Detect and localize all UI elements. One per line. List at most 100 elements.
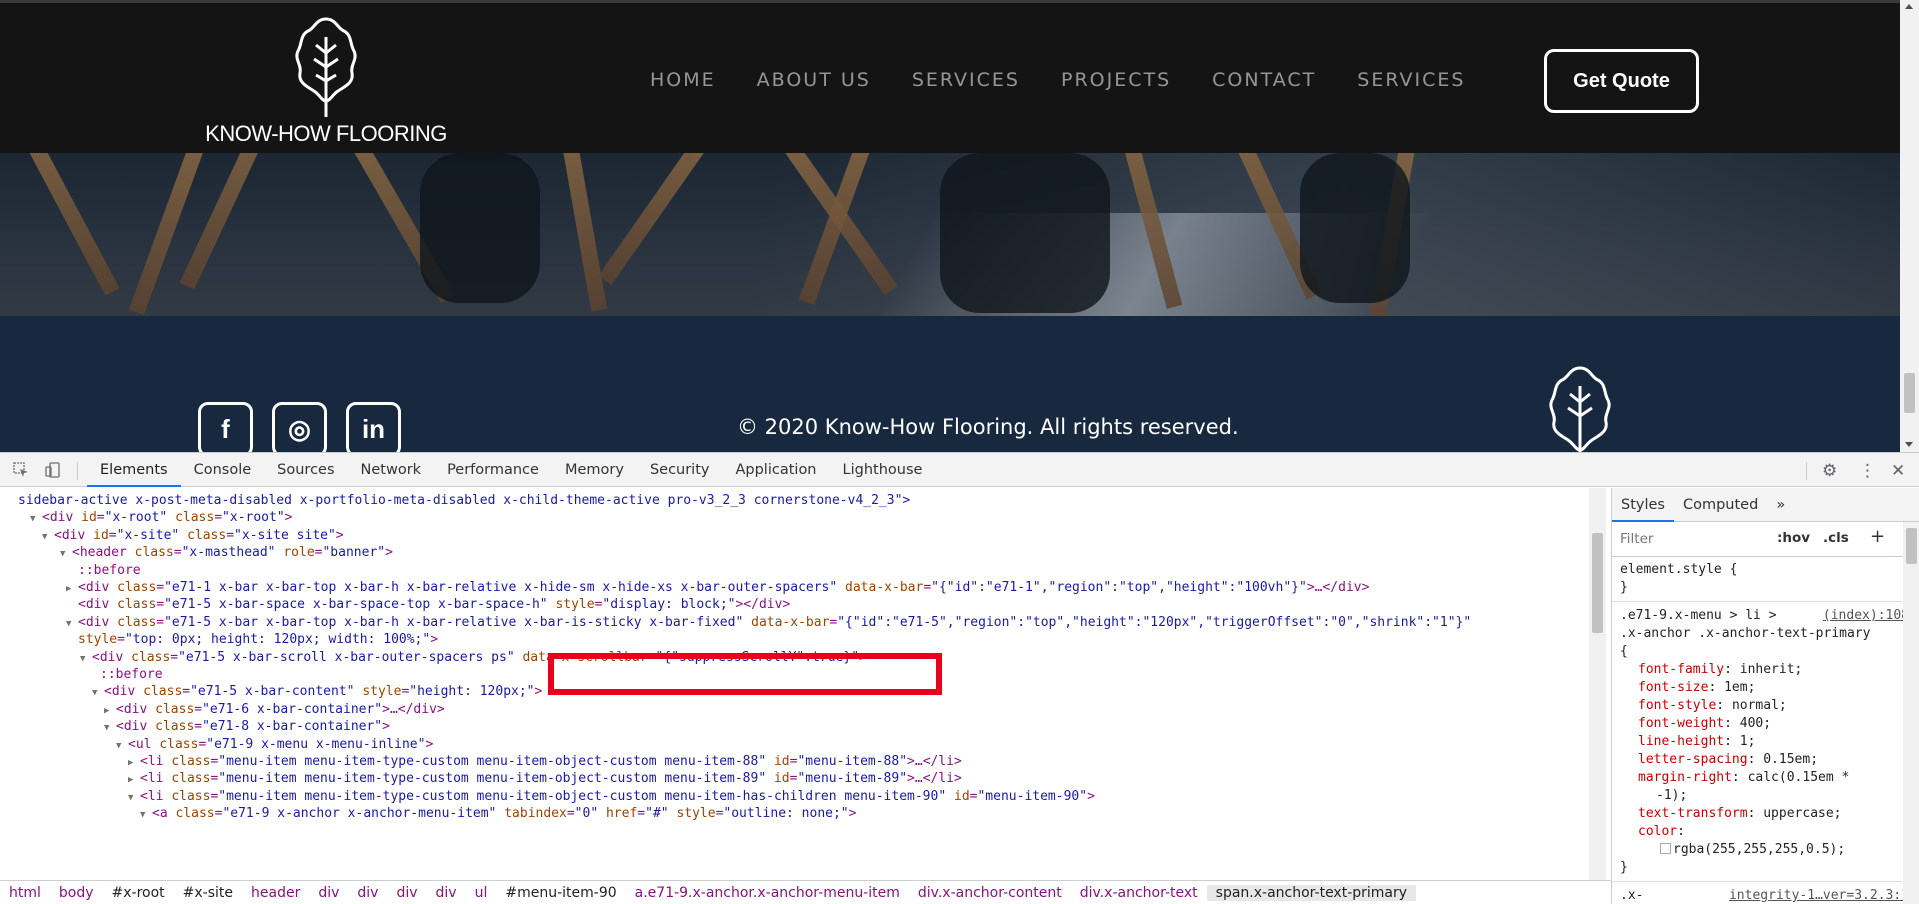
attr-name: class (143, 684, 183, 700)
expand-triangle-icon[interactable]: ▼ (140, 805, 152, 826)
expand-triangle-icon[interactable]: ▼ (66, 614, 78, 635)
expand-triangle-icon[interactable]: ▼ (30, 509, 42, 530)
more-options-icon[interactable]: ⋮ (1859, 461, 1876, 481)
style-property[interactable]: rgba(255,255,255,0.5); (1620, 841, 1919, 859)
new-style-rule-icon[interactable]: + (1870, 526, 1885, 547)
dom-node-row[interactable]: ▼ <a class = "e71-9 x-anchor x-anchor-menu-… (140, 803, 856, 824)
tab-security[interactable]: Security (637, 453, 723, 487)
attr-value: "{"id":"e71-5","region":"top","height":"… (837, 614, 1472, 630)
style-property[interactable]: font-family: inherit; (1620, 661, 1919, 679)
page-scrollbar[interactable] (1900, 0, 1919, 452)
property-value: uppercase; (1763, 806, 1842, 821)
linkedin-button[interactable]: in (346, 402, 401, 452)
styles-filter-input[interactable] (1616, 527, 1766, 551)
page-scrollbar-thumb[interactable] (1904, 373, 1915, 413)
tag-name: <div (78, 597, 110, 613)
nav-home[interactable]: HOME (650, 69, 716, 91)
styles-scrollbar-thumb[interactable] (1906, 528, 1917, 564)
facebook-button[interactable]: f (198, 402, 253, 452)
styles-pane-tabs: Styles Computed » (1612, 488, 1919, 522)
breadcrumb-item[interactable]: ul (466, 885, 497, 901)
code-token: > (284, 510, 293, 526)
style-property[interactable]: -1); (1620, 787, 1919, 805)
breadcrumb-item[interactable]: div.x-anchor-content (909, 885, 1071, 901)
tab-console[interactable]: Console (181, 453, 265, 487)
expand-triangle-icon[interactable]: ▶ (66, 579, 78, 600)
style-property[interactable]: color: (1620, 823, 1919, 841)
breadcrumb-item[interactable]: html (0, 885, 50, 901)
more-tabs-chevron-icon[interactable]: » (1767, 488, 1794, 522)
nav-projects[interactable]: PROJECTS (1061, 69, 1171, 91)
breadcrumb-item[interactable]: body (50, 885, 103, 901)
inspect-element-icon[interactable] (13, 462, 29, 478)
tab-memory[interactable]: Memory (552, 453, 637, 487)
breadcrumb-item[interactable]: div (387, 885, 426, 901)
nav-contact[interactable]: CONTACT (1212, 69, 1316, 91)
breadcrumb-item[interactable]: div (427, 885, 466, 901)
tab-performance[interactable]: Performance (434, 453, 552, 487)
expand-triangle-icon[interactable]: ▼ (128, 788, 140, 809)
property-value: 0.15em; (1763, 752, 1819, 767)
tag-name: <div (104, 684, 136, 700)
property-name: font-size (1638, 680, 1709, 695)
tab-styles[interactable]: Styles (1612, 488, 1674, 522)
nav-about-us[interactable]: ABOUT US (757, 69, 871, 91)
property-value: rgba(255,255,255,0.5); (1673, 842, 1846, 857)
expand-triangle-icon[interactable]: ▼ (116, 736, 128, 757)
breadcrumb-item[interactable]: a.e71-9.x-anchor.x-anchor-menu-item (626, 885, 909, 901)
tag-name: <a (152, 806, 168, 822)
tab-network[interactable]: Network (348, 453, 435, 487)
code-token: = (194, 701, 203, 717)
expand-triangle-icon[interactable]: ▼ (42, 527, 54, 548)
breadcrumb-item[interactable]: #x-root (103, 885, 174, 901)
breadcrumb-item[interactable]: #x-site (174, 885, 242, 901)
elements-scrollbar[interactable] (1589, 488, 1606, 880)
expand-triangle-icon[interactable]: ▼ (80, 649, 92, 670)
tab-application[interactable]: Application (722, 453, 829, 487)
elements-scrollbar-thumb[interactable] (1592, 533, 1603, 633)
style-property[interactable]: margin-right: calc(0.15em * (1620, 769, 1919, 787)
node-text: sidebar-active x-post-meta-disabled x-po… (18, 493, 911, 508)
hover-state-button[interactable]: :hov (1777, 530, 1810, 546)
tab-elements[interactable]: Elements (87, 453, 181, 487)
attr-name: href (605, 806, 638, 822)
breadcrumb-item[interactable]: #menu-item-90 (496, 885, 625, 901)
breadcrumb-item[interactable]: header (242, 885, 309, 901)
style-property[interactable]: line-height: 1; (1620, 733, 1919, 751)
tab-lighthouse[interactable]: Lighthouse (830, 453, 936, 487)
device-toolbar-icon[interactable] (45, 462, 61, 478)
site-logo[interactable]: KNOW-HOW FLOORING (198, 17, 454, 147)
get-quote-button[interactable]: Get Quote (1544, 49, 1699, 113)
expand-triangle-icon[interactable]: ▼ (104, 718, 116, 739)
breadcrumb-item[interactable]: div (309, 885, 348, 901)
scroll-down-arrow-icon[interactable] (1905, 442, 1913, 447)
style-property[interactable]: letter-spacing: 0.15em; (1620, 751, 1919, 769)
style-property[interactable]: font-style: normal; (1620, 697, 1919, 715)
breadcrumb-item[interactable]: div (348, 885, 387, 901)
tab-sources[interactable]: Sources (264, 453, 347, 487)
chair-leg (128, 153, 206, 315)
settings-gear-icon[interactable]: ⚙ (1822, 461, 1837, 481)
class-toggle-button[interactable]: .cls (1823, 530, 1849, 546)
style-property[interactable]: text-transform: uppercase; (1620, 805, 1919, 823)
breadcrumb-item[interactable]: span.x-anchor-text-primary (1206, 885, 1417, 901)
expand-triangle-icon[interactable]: ▼ (60, 544, 72, 565)
style-property[interactable]: font-weight: 400; (1620, 715, 1919, 733)
expand-triangle-icon[interactable]: ▼ (92, 683, 104, 704)
breadcrumb-item[interactable]: div.x-anchor-text (1071, 885, 1207, 901)
rule-source-link[interactable]: (index):108 (1823, 607, 1909, 625)
property-value: calc(0.15em * (1747, 770, 1850, 785)
next-rule-source-link[interactable]: integrity-1…ver=3.2.3:1 (1729, 887, 1909, 904)
code-token: : (1724, 734, 1740, 749)
nav-services-2[interactable]: SERVICES (1357, 69, 1465, 91)
close-devtools-icon[interactable]: ✕ (1891, 461, 1905, 481)
tab-computed[interactable]: Computed (1674, 488, 1767, 522)
code-token: : (1724, 662, 1740, 677)
style-property[interactable]: font-size: 1em; (1620, 679, 1919, 697)
instagram-button[interactable]: ◎ (272, 402, 327, 452)
scroll-up-arrow-icon[interactable] (1905, 4, 1913, 9)
styles-scrollbar[interactable] (1903, 522, 1919, 904)
nav-services[interactable]: SERVICES (912, 69, 1020, 91)
next-rule-selector: .x- (1620, 888, 1644, 903)
